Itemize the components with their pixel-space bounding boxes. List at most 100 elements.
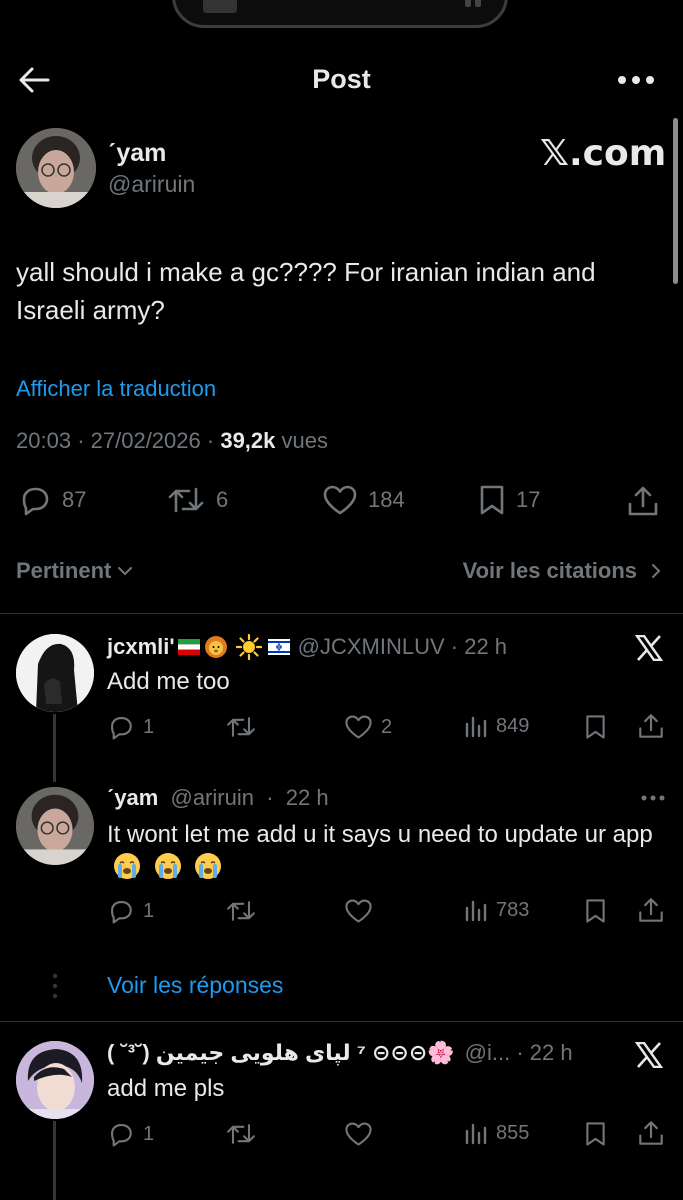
sun-icon bbox=[235, 634, 262, 660]
post-meta: 20:03 · 27/02/2026 · 39,2k vues bbox=[16, 428, 328, 453]
reply-button[interactable]: 1 bbox=[107, 1121, 154, 1147]
share-button[interactable] bbox=[637, 896, 665, 924]
analytics-icon bbox=[465, 1123, 487, 1145]
reply-header: jcxmli' @JCXMINLUV · 22 h bbox=[107, 634, 508, 660]
repost-count: 6 bbox=[216, 487, 229, 512]
share-icon bbox=[639, 898, 663, 922]
loudly-crying-face-icon bbox=[113, 852, 141, 880]
bookmark-icon bbox=[480, 485, 504, 515]
views-count: 855 bbox=[496, 1121, 530, 1144]
reply-author-name[interactable]: ˊyam bbox=[107, 785, 158, 810]
reply-header: ˊyam @ariruin · 22 h bbox=[107, 785, 329, 810]
reply-time[interactable]: 22 h bbox=[530, 1040, 573, 1066]
views-button[interactable]: 783 bbox=[464, 898, 529, 922]
x-logo-icon[interactable] bbox=[635, 635, 663, 661]
reply-button[interactable]: 1 bbox=[107, 898, 154, 924]
thread-line bbox=[53, 1121, 56, 1200]
repost-icon bbox=[227, 717, 255, 737]
bookmark-button[interactable]: 17 bbox=[478, 484, 540, 516]
scrollbar[interactable] bbox=[673, 118, 678, 284]
heart-icon bbox=[345, 715, 372, 739]
bookmark-button[interactable] bbox=[584, 714, 607, 740]
like-button[interactable] bbox=[344, 898, 381, 924]
reply-text: Add me too bbox=[107, 668, 230, 695]
views-count: 783 bbox=[496, 898, 530, 921]
share-button[interactable] bbox=[637, 712, 665, 740]
post-text: yall should i make a gc???? For iranian … bbox=[16, 257, 596, 325]
chevron-down-icon bbox=[118, 567, 133, 576]
like-button[interactable]: 2 bbox=[344, 714, 392, 740]
page-title: Post bbox=[312, 64, 371, 94]
post-time: 20:03 bbox=[16, 428, 72, 453]
reply-icon bbox=[22, 487, 49, 516]
repost-icon bbox=[168, 487, 204, 513]
iran-flag-icon bbox=[177, 639, 200, 655]
divider bbox=[0, 613, 683, 614]
reply-count: 87 bbox=[62, 487, 87, 512]
israel-flag-icon bbox=[267, 639, 290, 655]
reply-author-name[interactable]: 🌸⊝⊝⊝ ⁷ لپای هلویی جیمین (˘³˘ ) bbox=[107, 1040, 455, 1066]
bookmark-button[interactable] bbox=[584, 898, 607, 924]
reply-header: 🌸⊝⊝⊝ ⁷ لپای هلویی جیمین (˘³˘ ) @i... · 2… bbox=[107, 1040, 573, 1066]
avatar[interactable] bbox=[16, 787, 94, 865]
translate-link[interactable]: Afficher la traduction bbox=[16, 376, 216, 402]
x-logo-icon[interactable] bbox=[635, 1042, 663, 1068]
bookmark-button[interactable] bbox=[584, 1121, 607, 1147]
share-icon bbox=[639, 1121, 663, 1145]
avatar[interactable] bbox=[16, 634, 94, 712]
share-icon bbox=[628, 486, 658, 516]
more-horizontal-icon bbox=[641, 795, 665, 801]
bookmark-count: 17 bbox=[516, 487, 541, 512]
chevron-right-icon bbox=[652, 564, 661, 578]
share-button[interactable] bbox=[626, 484, 660, 518]
lion-face-icon bbox=[204, 635, 228, 659]
repost-icon bbox=[227, 1124, 255, 1144]
view-quotes-link[interactable]: Voir les citations bbox=[463, 558, 661, 584]
reply-count: 1 bbox=[143, 715, 155, 738]
repost-button[interactable]: 6 bbox=[166, 484, 228, 516]
reply-handle[interactable]: @JCXMINLUV bbox=[298, 634, 445, 660]
reply-text: add me pls bbox=[107, 1075, 225, 1102]
views-count: 849 bbox=[496, 714, 530, 737]
reply-handle[interactable]: @i... bbox=[465, 1040, 511, 1066]
avatar[interactable] bbox=[16, 1041, 94, 1119]
repost-button[interactable] bbox=[225, 1121, 265, 1147]
like-count: 2 bbox=[381, 715, 393, 738]
reply-handle[interactable]: @ariruin bbox=[170, 785, 253, 810]
more-horizontal-icon bbox=[618, 76, 654, 84]
repost-button[interactable] bbox=[225, 898, 265, 924]
bookmark-icon bbox=[586, 899, 605, 923]
like-count: 184 bbox=[368, 487, 405, 512]
views-button[interactable]: 849 bbox=[464, 714, 529, 738]
share-icon bbox=[639, 714, 663, 738]
reply-icon bbox=[111, 901, 132, 924]
reply-icon bbox=[111, 1124, 132, 1147]
source-badge: 𝕏.com bbox=[540, 133, 667, 174]
show-replies-link[interactable]: Voir les réponses bbox=[107, 972, 283, 999]
more-options-button[interactable] bbox=[640, 794, 666, 802]
reply-count: 1 bbox=[143, 899, 155, 922]
views-button[interactable]: 855 bbox=[464, 1121, 529, 1145]
top-pill bbox=[172, 0, 508, 28]
repost-button[interactable] bbox=[225, 714, 265, 740]
avatar[interactable] bbox=[16, 128, 96, 208]
thread-line bbox=[53, 714, 56, 782]
reply-button[interactable]: 1 bbox=[107, 714, 154, 740]
reply-author-name[interactable]: jcxmli' bbox=[107, 634, 175, 660]
reply-time[interactable]: 22 h bbox=[464, 634, 507, 660]
analytics-icon bbox=[465, 900, 487, 922]
like-button[interactable]: 184 bbox=[322, 484, 405, 516]
loudly-crying-face-icon bbox=[154, 852, 182, 880]
author-handle[interactable]: @ariruin bbox=[108, 171, 195, 198]
views-count[interactable]: 39,2k bbox=[220, 428, 275, 453]
sort-filter-button[interactable]: Pertinent bbox=[16, 558, 133, 584]
divider bbox=[0, 1021, 683, 1022]
reply-button[interactable]: 87 bbox=[18, 484, 86, 516]
reply-count: 1 bbox=[143, 1122, 155, 1145]
share-button[interactable] bbox=[637, 1119, 665, 1147]
repost-icon bbox=[227, 901, 255, 921]
like-button[interactable] bbox=[344, 1121, 381, 1147]
reply-time[interactable]: 22 h bbox=[286, 785, 329, 810]
author-name[interactable]: ˊyam bbox=[108, 139, 166, 168]
more-options-button[interactable] bbox=[616, 74, 656, 86]
